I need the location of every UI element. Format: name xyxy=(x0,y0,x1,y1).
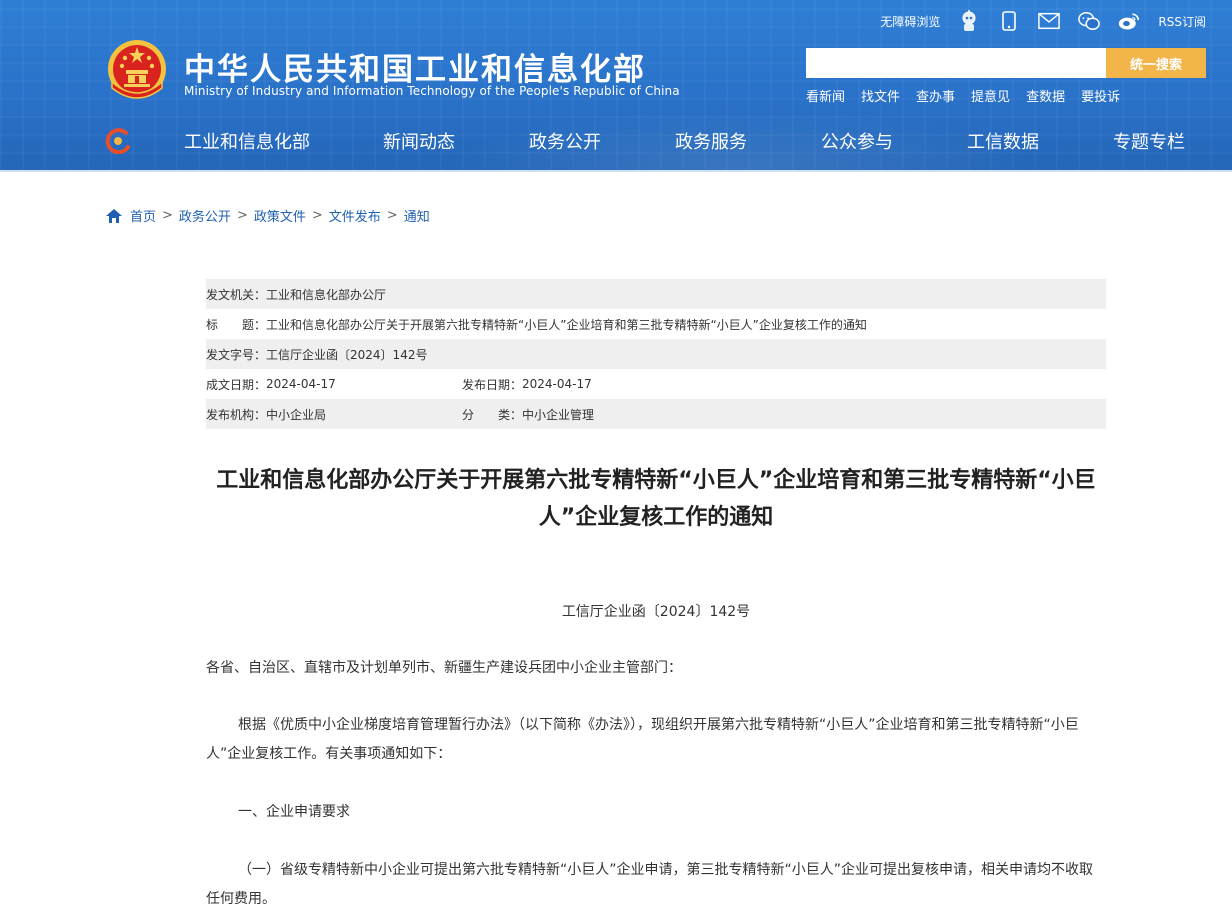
article-paragraph: （一）省级专精特新中小企业可提出第六批专精特新“小巨人”企业申请，第三批专精特新… xyxy=(206,862,1094,904)
meta-created-date: 2024-04-17 xyxy=(266,377,336,391)
home-icon xyxy=(106,208,122,223)
nav-item-gov-affairs[interactable]: 政务公开 xyxy=(529,128,601,154)
breadcrumb-notice[interactable]: 通知 xyxy=(404,206,430,225)
ministry-logo-icon[interactable] xyxy=(104,128,132,154)
meta-label: 发布日期： xyxy=(462,377,523,392)
quick-link-news[interactable]: 看新闻 xyxy=(806,86,845,105)
breadcrumb-separator: > xyxy=(236,208,248,223)
weibo-icon[interactable] xyxy=(1118,10,1140,32)
site-title-cn[interactable]: 中华人民共和国工业和信息化部 xyxy=(184,44,646,89)
nav-item-data[interactable]: 工信数据 xyxy=(967,128,1039,154)
meta-org: 中小企业局 xyxy=(266,407,327,422)
meta-label: 标 题： xyxy=(206,317,267,332)
quick-links: 看新闻 找文件 查办事 提意见 查数据 要投诉 xyxy=(806,86,1120,105)
wechat-icon[interactable] xyxy=(1078,10,1101,32)
meta-row-issuer: 发文机关： 工业和信息化部办公厅 xyxy=(206,279,1106,309)
site-title-en: Ministry of Industry and Information Tec… xyxy=(184,84,680,98)
meta-category: 中小企业管理 xyxy=(522,407,595,422)
mail-icon[interactable] xyxy=(1038,10,1061,32)
main-nav: 工业和信息化部 新闻动态 政务公开 政务服务 公众参与 工信数据 专题专栏 xyxy=(144,128,1232,154)
nav-item-public-participation[interactable]: 公众参与 xyxy=(821,128,893,154)
nav-item-ministry[interactable]: 工业和信息化部 xyxy=(184,128,310,154)
quick-link-complaint[interactable]: 要投诉 xyxy=(1081,86,1120,105)
breadcrumb-file-release[interactable]: 文件发布 xyxy=(329,206,381,225)
breadcrumb-separator: > xyxy=(162,208,173,223)
meta-label: 发文字号： xyxy=(206,347,267,362)
breadcrumb-home[interactable]: 首页 xyxy=(130,206,156,225)
meta-doc-no: 工信厅企业函〔2024〕142号 xyxy=(266,347,428,362)
meta-label: 发文机关： xyxy=(206,287,267,302)
article-doc-number: 工信厅企业函〔2024〕142号 xyxy=(561,604,751,620)
meta-label: 发布机构： xyxy=(206,407,267,422)
robot-assistant-icon[interactable] xyxy=(958,10,980,32)
nav-item-gov-services[interactable]: 政务服务 xyxy=(675,128,747,154)
search-bar: 统一搜索 xyxy=(806,48,1206,78)
breadcrumb-policy-files[interactable]: 政策文件 xyxy=(254,206,306,225)
national-emblem-icon xyxy=(108,40,166,99)
article-salutation: 各省、自治区、直辖市及计划单列市、新疆生产建设兵团中小企业主管部门： xyxy=(206,660,682,676)
meta-published-date: 2024-04-17 xyxy=(522,377,592,391)
search-button[interactable]: 统一搜索 xyxy=(1106,48,1206,78)
breadcrumb: 首页 > 政务公开 > 政策文件 > 文件发布 > 通知 xyxy=(106,206,430,225)
quick-link-services[interactable]: 查办事 xyxy=(916,86,955,105)
meta-label: 分 类： xyxy=(462,407,523,422)
breadcrumb-separator: > xyxy=(311,208,323,223)
quick-link-feedback[interactable]: 提意见 xyxy=(971,86,1010,105)
mobile-phone-icon[interactable] xyxy=(998,10,1020,32)
meta-row-dates: 成文日期： 2024-04-17 发布日期： 2024-04-17 xyxy=(206,369,1106,399)
article-section-heading: 一、企业申请要求 xyxy=(238,804,350,820)
quick-link-data[interactable]: 查数据 xyxy=(1026,86,1065,105)
site-header: 中华人民共和国工业和信息化部 Ministry of Industry and … xyxy=(0,0,1232,172)
article-title: 工业和信息化部办公厅关于开展第六批专精特新“小巨人”企业培育和第三批专精特新“小… xyxy=(216,468,1096,530)
nav-item-topics[interactable]: 专题专栏 xyxy=(1113,128,1185,154)
search-input[interactable] xyxy=(806,48,1106,78)
meta-row-org: 发布机构： 中小企业局 分 类： 中小企业管理 xyxy=(206,399,1106,429)
nav-item-news[interactable]: 新闻动态 xyxy=(383,128,455,154)
meta-row-doc-no: 发文字号： 工信厅企业函〔2024〕142号 xyxy=(206,339,1106,369)
meta-issuer: 工业和信息化部办公厅 xyxy=(266,287,387,302)
utility-bar: 无障碍浏览 RSS订阅 xyxy=(880,10,1206,32)
meta-label: 成文日期： xyxy=(206,377,267,392)
meta-col2: 发布日期： 2024-04-17 xyxy=(462,376,592,393)
rss-subscribe-link[interactable]: RSS订阅 xyxy=(1158,13,1206,30)
accessibility-link[interactable]: 无障碍浏览 xyxy=(880,13,940,30)
meta-title: 工业和信息化部办公厅关于开展第六批专精特新“小巨人”企业培育和第三批专精特新“小… xyxy=(266,317,867,332)
quick-link-files[interactable]: 找文件 xyxy=(861,86,900,105)
breadcrumb-separator: > xyxy=(386,208,398,223)
breadcrumb-gov-affairs[interactable]: 政务公开 xyxy=(179,206,231,225)
header-divider xyxy=(0,170,1232,172)
document-metadata: 发文机关： 工业和信息化部办公厅 标 题： 工业和信息化部办公厅关于开展第六批专… xyxy=(206,279,1106,429)
meta-row-title: 标 题： 工业和信息化部办公厅关于开展第六批专精特新“小巨人”企业培育和第三批专… xyxy=(206,309,1106,339)
article-paragraph: 根据《优质中小企业梯度培育管理暂行办法》（以下简称《办法》），现组织开展第六批专… xyxy=(206,717,1079,762)
meta-col2: 分 类： 中小企业管理 xyxy=(462,406,594,423)
